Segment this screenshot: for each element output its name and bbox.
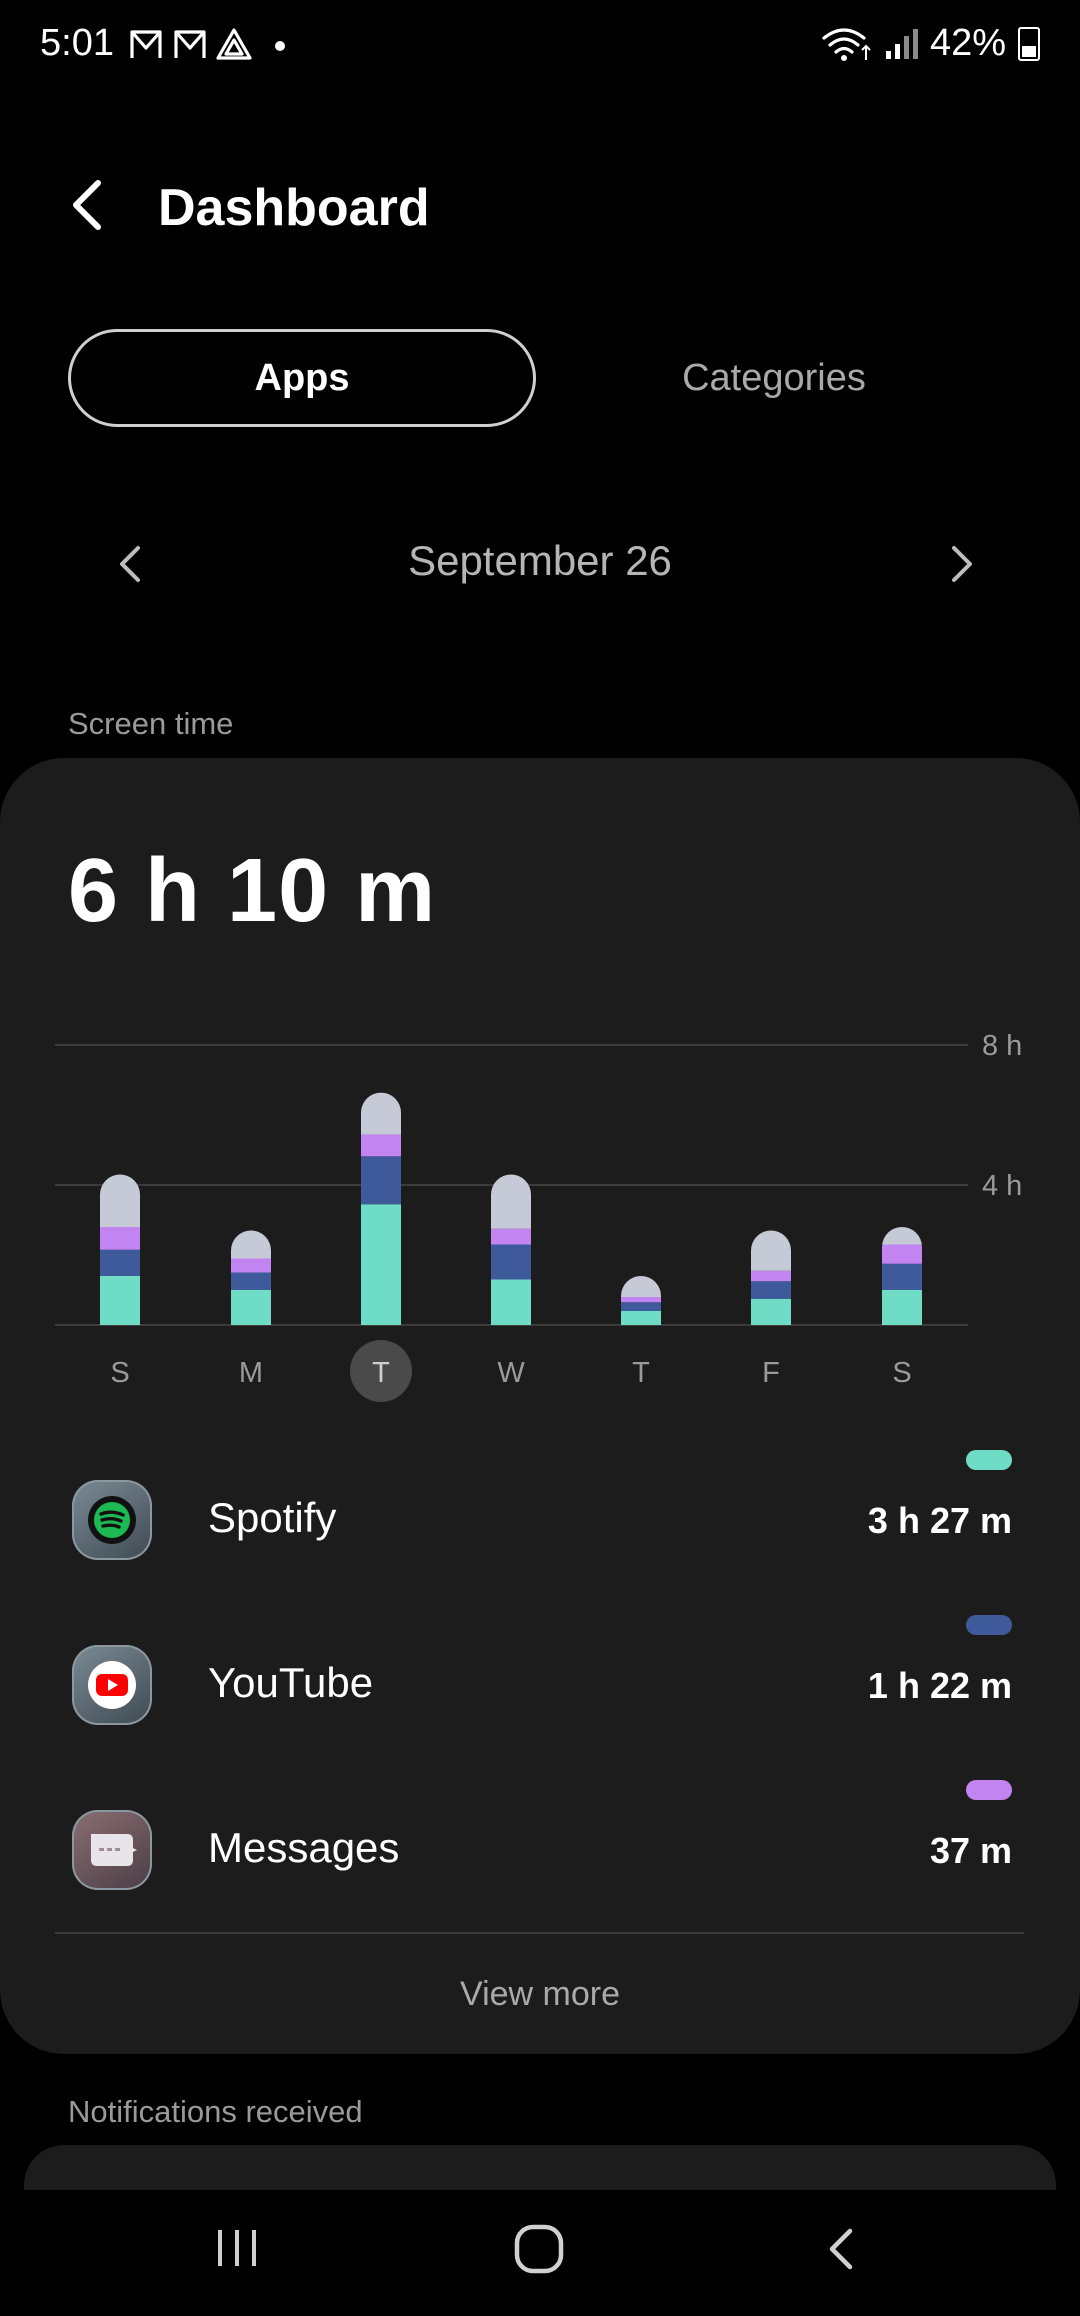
app-row-spotify[interactable]: Spotify 3 h 27 m xyxy=(0,1450,1080,1630)
gmail-icon xyxy=(130,30,162,58)
bar-segment-spotify xyxy=(491,1279,531,1325)
chevron-right-icon[interactable] xyxy=(936,540,984,588)
bar-segment-spotify xyxy=(100,1276,140,1325)
bar-stack xyxy=(361,1092,401,1325)
selected-date: September 26 xyxy=(408,537,672,584)
youtube-color-pill xyxy=(966,1615,1012,1635)
bar-segment-youtube xyxy=(361,1156,401,1205)
bar-stack xyxy=(491,1174,531,1325)
bar-segment-messages xyxy=(621,1297,661,1303)
home-icon[interactable] xyxy=(512,2222,566,2276)
notifications-label: Notifications received xyxy=(68,2094,363,2129)
gmail-icon-2 xyxy=(174,30,206,58)
screen-time-label: Screen time xyxy=(68,706,234,741)
notification-icons xyxy=(130,24,330,73)
x-tick-label: F xyxy=(762,1357,780,1389)
back-nav-icon[interactable] xyxy=(820,2226,864,2272)
signal-icon xyxy=(885,28,918,59)
bar-segment-spotify xyxy=(882,1290,922,1325)
bar-segment-spotify xyxy=(621,1311,661,1325)
bar-segment-other xyxy=(621,1276,661,1297)
page-title: Dashboard xyxy=(158,179,430,237)
app-name: Messages xyxy=(208,1824,400,1871)
divider xyxy=(55,1932,1024,1934)
bar-segment-spotify xyxy=(751,1298,791,1325)
recents-icon[interactable] xyxy=(212,2226,262,2270)
bar-segment-messages xyxy=(491,1228,531,1245)
bar-segment-youtube xyxy=(751,1281,791,1299)
app-time: 3 h 27 m xyxy=(867,1500,1012,1541)
battery-percent: 42% xyxy=(929,22,1006,64)
messages-icon xyxy=(72,1810,152,1890)
bar-stack xyxy=(882,1227,922,1325)
usage-bar-chart: 8 h 4 h S M T W T F S xyxy=(55,1030,1022,1402)
bar-segment-youtube xyxy=(231,1272,271,1290)
x-tick-label: T xyxy=(372,1357,390,1389)
bar-stack xyxy=(621,1276,661,1325)
bar-stack xyxy=(231,1230,271,1325)
spotify-color-pill xyxy=(966,1450,1012,1470)
back-arrow-icon[interactable] xyxy=(60,175,120,235)
bar-segment-spotify xyxy=(361,1204,401,1325)
x-tick-label: S xyxy=(892,1357,911,1389)
bar-segment-spotify xyxy=(231,1290,271,1325)
x-tick-label: W xyxy=(497,1357,525,1389)
app-time: 1 h 22 m xyxy=(867,1665,1012,1706)
bar-stack xyxy=(751,1230,791,1325)
bar-segment-messages xyxy=(882,1244,922,1264)
bar-segment-other xyxy=(361,1092,401,1135)
bar-segment-other xyxy=(491,1174,531,1229)
bar-segment-youtube xyxy=(882,1263,922,1290)
wifi-icon xyxy=(822,27,871,61)
x-tick-label: T xyxy=(632,1357,650,1389)
app-name: Spotify xyxy=(208,1494,337,1541)
drive-icon xyxy=(216,28,252,60)
bar-segment-other xyxy=(100,1174,140,1227)
youtube-icon xyxy=(72,1645,152,1725)
bar-segment-messages xyxy=(100,1227,140,1250)
bar-segment-other xyxy=(231,1230,271,1259)
battery-icon xyxy=(1018,26,1040,61)
x-tick-label: M xyxy=(239,1357,263,1389)
status-right: 42% xyxy=(820,22,1040,65)
tab-apps[interactable]: Apps xyxy=(68,329,536,427)
messages-color-pill xyxy=(966,1780,1012,1800)
app-name: YouTube xyxy=(208,1659,374,1706)
status-time: 5:01 xyxy=(40,22,114,64)
bar-segment-youtube xyxy=(100,1249,140,1276)
y-tick-label: 8 h xyxy=(982,1030,1022,1062)
app-row-youtube[interactable]: YouTube 1 h 22 m xyxy=(0,1615,1080,1795)
bar-segment-youtube xyxy=(491,1244,531,1280)
bar-segment-messages xyxy=(361,1134,401,1157)
chevron-left-icon[interactable] xyxy=(108,540,156,588)
bar-segment-messages xyxy=(751,1270,791,1282)
bar-stack xyxy=(100,1174,140,1325)
spotify-icon xyxy=(72,1480,152,1560)
screen-time-total: 6 h 10 m xyxy=(68,841,437,941)
view-more-button[interactable]: View more xyxy=(0,1975,1080,2014)
x-tick-label: S xyxy=(110,1357,129,1389)
tab-categories[interactable]: Categories xyxy=(596,329,952,427)
app-time: 37 m xyxy=(929,1830,1012,1871)
bar-segment-youtube xyxy=(621,1302,661,1311)
bar-segment-other xyxy=(751,1230,791,1271)
bar-segment-messages xyxy=(231,1258,271,1273)
y-tick-label: 4 h xyxy=(982,1170,1022,1202)
app-row-messages[interactable]: Messages 37 m xyxy=(0,1780,1080,1960)
bar-segment-other xyxy=(882,1227,922,1245)
